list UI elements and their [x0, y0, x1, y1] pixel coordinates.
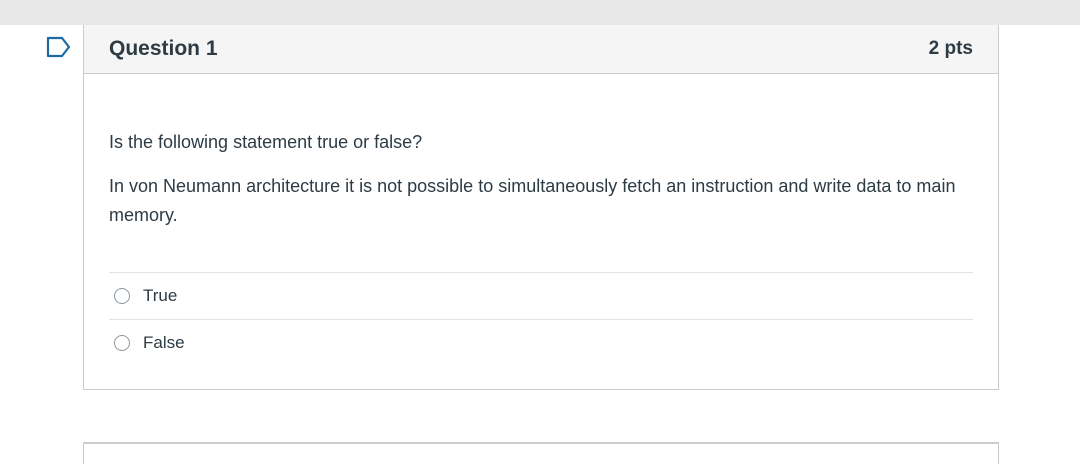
flag-question-icon[interactable]: [46, 36, 72, 58]
radio-button-icon[interactable]: [114, 288, 130, 304]
question-card: Question 1 2 pts Is the following statem…: [83, 25, 999, 390]
top-strip: [0, 0, 1080, 25]
question-points: 2 pts: [928, 38, 973, 59]
answer-option-false[interactable]: False: [109, 319, 973, 366]
answer-label: True: [143, 286, 178, 305]
answer-label: False: [143, 333, 185, 352]
question-statement: In von Neumann architecture it is not po…: [109, 176, 956, 225]
radio-button-icon[interactable]: [114, 335, 130, 351]
next-question-card: [83, 442, 999, 464]
answer-list: True False: [109, 272, 973, 366]
question-header: Question 1 2 pts: [84, 25, 998, 74]
question-title: Question 1: [109, 37, 218, 60]
answer-option-true[interactable]: True: [109, 272, 973, 319]
question-prompt: Is the following statement true or false…: [109, 132, 423, 152]
